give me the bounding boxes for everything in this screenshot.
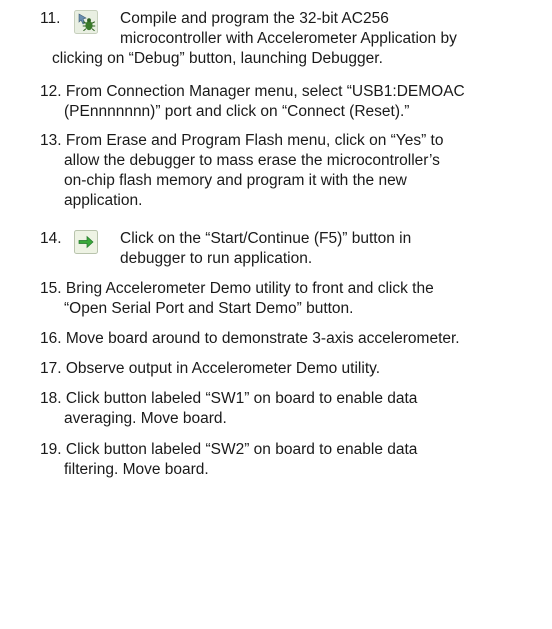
step-17: 17. Observe output in Accelerometer Demo…	[40, 359, 540, 379]
step-text-line: clicking on “Debug” button, launching De…	[52, 50, 383, 67]
step-text-line: Compile and program the 32-bit AC256	[120, 10, 389, 27]
step-text-line: From Connection Manager menu, select “US…	[65, 83, 465, 100]
step-15: 15. Bring Accelerometer Demo utility to …	[40, 279, 540, 319]
step-number: 14.	[40, 230, 62, 247]
step-text-line: debugger to run application.	[120, 250, 313, 267]
step-14: 14. Click on the “Start/Continue (F5)” b…	[40, 229, 540, 269]
step-number: 19.	[40, 441, 62, 458]
step-text-line: on-chip flash memory and program it with…	[64, 172, 407, 189]
debug-icon	[74, 10, 98, 34]
step-text-line: Observe output in Accelerometer Demo uti…	[65, 360, 381, 377]
step-number: 16.	[40, 330, 62, 347]
step-text-line: Move board around to demonstrate 3-axis …	[65, 330, 460, 347]
step-text-line: Bring Accelerometer Demo utility to fron…	[65, 280, 434, 297]
step-text-line: Click on the “Start/Continue (F5)” butto…	[120, 230, 412, 247]
step-19: 19. Click button labeled “SW2” on board …	[40, 440, 540, 480]
step-number: 12.	[40, 83, 62, 100]
step-16: 16. Move board around to demonstrate 3-a…	[40, 329, 540, 349]
step-text-line: microcontroller with Accelerometer Appli…	[120, 30, 457, 47]
step-number: 17.	[40, 360, 62, 377]
step-text-line: application.	[64, 192, 143, 209]
step-number: 11.	[40, 10, 61, 27]
step-text-line: allow the debugger to mass erase the mic…	[64, 152, 440, 169]
step-18: 18. Click button labeled “SW1” on board …	[40, 389, 540, 429]
step-text-line: From Erase and Program Flash menu, click…	[65, 132, 444, 149]
step-13: 13. From Erase and Program Flash menu, c…	[40, 131, 540, 211]
step-text-line: filtering. Move board.	[64, 461, 209, 478]
step-number: 15.	[40, 280, 62, 297]
step-11: 11. Compile and program the 32-bit AC256…	[40, 9, 540, 69]
step-12: 12. From Connection Manager menu, select…	[40, 82, 540, 122]
step-number: 18.	[40, 390, 62, 407]
step-text-line: Click button labeled “SW2” on board to e…	[65, 441, 418, 458]
step-text-line: averaging. Move board.	[64, 410, 227, 427]
step-text-line: “Open Serial Port and Start Demo” button…	[64, 300, 354, 317]
start-continue-icon	[74, 230, 98, 254]
step-number: 13.	[40, 132, 62, 149]
step-text-line: (PEnnnnnnn)” port and click on “Connect …	[64, 103, 410, 120]
step-text-line: Click button labeled “SW1” on board to e…	[65, 390, 418, 407]
